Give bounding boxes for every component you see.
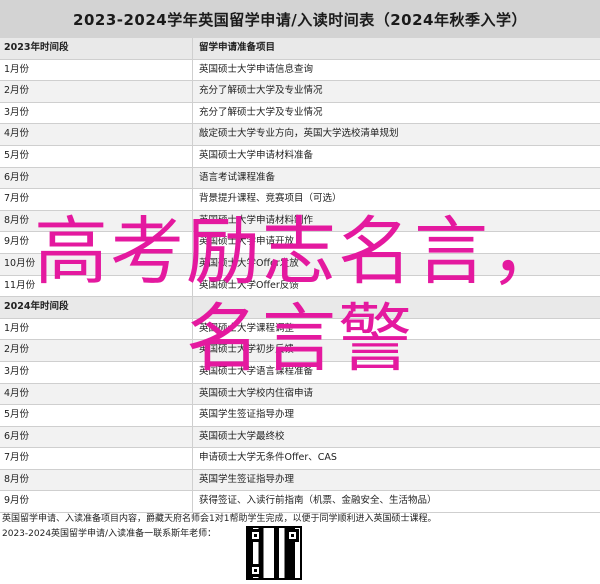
period-cell: 5月份	[0, 405, 193, 426]
table-row: 7月份 背景提升课程、竞赛项目（可选）	[0, 189, 600, 211]
period-cell: 9月份	[0, 232, 193, 253]
task-cell: 英国硕士大学初步反馈	[199, 344, 295, 356]
table-header-row-2024: 2024年时间段	[0, 297, 600, 319]
table-row: 8月份 英国学生签证指导办理	[0, 469, 600, 492]
table-row: 2月份 充分了解硕士大学及专业情况	[0, 81, 600, 103]
schedule-table: 2023年时间段 留学申请准备项目 1月份 英国硕士大学申请信息查询 2月份 充分了解…	[0, 38, 600, 514]
table-row: 5月份 英国学生签证指导办理	[0, 405, 600, 427]
task-cell: 背景提升课程、竞赛项目（可选）	[199, 193, 342, 205]
table-row: 11月份 英国硕士大学Offer反馈	[0, 275, 600, 298]
task-cell: 语言考试课程准备	[199, 171, 276, 183]
table-row: 5月份 英国硕士大学申请材料准备	[0, 145, 600, 168]
period-cell: 4月份	[0, 124, 193, 145]
task-cell: 获得签证、入读行前指南（机票、金融安全、生活物品）	[199, 495, 437, 507]
table-row: 8月份 英国硕士大学申请材料制作	[0, 210, 600, 233]
task-cell: 英国硕士大学最终校	[199, 430, 285, 442]
period-cell: 10月份	[0, 253, 193, 275]
period-cell: 11月份	[0, 275, 193, 297]
column-header-period: 2023年时间段	[0, 38, 193, 59]
task-cell: 英国硕士大学申请材料准备	[199, 149, 314, 161]
task-cell: 充分了解硕士大学及专业情况	[199, 85, 323, 97]
task-cell: 英国硕士大学Offer发放	[199, 257, 299, 269]
period-cell: 6月份	[0, 167, 193, 189]
table-row: 9月份 英国硕士大学申请开放	[0, 232, 600, 254]
table-row: 2月份 英国硕士大学初步反馈	[0, 340, 600, 362]
period-cell: 4月份	[0, 383, 193, 405]
period-cell: 3月份	[0, 361, 193, 383]
period-cell: 7月份	[0, 448, 193, 469]
table-row: 1月份 英国硕士大学课程调整	[0, 318, 600, 341]
table-row: 3月份 英国硕士大学语言课程准备	[0, 361, 600, 384]
task-cell: 英国学生签证指导办理	[199, 473, 295, 485]
period-cell: 8月份	[0, 469, 193, 491]
table-row: 4月份 英国硕士大学校内住宿申请	[0, 383, 600, 406]
column-header-period-2024: 2024年时间段	[0, 297, 193, 318]
task-cell: 英国硕士大学校内住宿申请	[199, 387, 314, 399]
period-cell: 7月份	[0, 189, 193, 210]
period-cell: 9月份	[0, 491, 193, 513]
period-cell: 2月份	[0, 81, 193, 102]
task-cell: 英国硕士大学课程调整	[199, 322, 295, 334]
task-cell: 充分了解硕士大学及专业情况	[199, 106, 323, 118]
period-cell: 8月份	[0, 210, 193, 232]
period-cell: 3月份	[0, 102, 193, 124]
period-cell: 2月份	[0, 340, 193, 361]
column-header-task-2024	[193, 297, 600, 318]
footer-line-1: 英国留学申请、入读准备项目内容，爵藏天府名师会1对1帮助学生完成，以便于同学顺利…	[2, 514, 437, 524]
task-cell: 英国硕士大学申请信息查询	[199, 63, 314, 75]
table-row: 6月份 英国硕士大学最终校	[0, 426, 600, 449]
table-row: 10月份 英国硕士大学Offer发放	[0, 253, 600, 276]
period-cell: 1月份	[0, 59, 193, 81]
task-cell: 英国硕士大学语言课程准备	[199, 365, 314, 377]
task-cell: 英国硕士大学Offer反馈	[199, 279, 299, 291]
table-row: 7月份 申请硕士大学无条件Offer、CAS	[0, 448, 600, 470]
table-row: 9月份 获得签证、入读行前指南（机票、金融安全、生活物品）	[0, 491, 600, 514]
task-cell: 申请硕士大学无条件Offer、CAS	[199, 452, 337, 464]
table-row: 1月份 英国硕士大学申请信息查询	[0, 59, 600, 82]
task-cell: 敲定硕士大学专业方向，英国大学选校清单规划	[199, 128, 399, 140]
table-title: 2023-2024学年英国留学申请/入读时间表（2024年秋季入学）	[0, 0, 600, 39]
task-cell: 英国硕士大学申请材料制作	[199, 214, 314, 226]
qr-code-image	[246, 526, 302, 580]
task-cell: 英国学生签证指导办理	[199, 409, 295, 421]
column-header-task: 留学申请准备项目	[199, 42, 276, 53]
period-cell: 6月份	[0, 426, 193, 448]
table-header-row: 2023年时间段 留学申请准备项目	[0, 38, 600, 60]
table-row: 4月份 敲定硕士大学专业方向，英国大学选校清单规划	[0, 124, 600, 146]
period-cell: 1月份	[0, 318, 193, 340]
table-row: 6月份 语言考试课程准备	[0, 167, 600, 190]
task-cell: 英国硕士大学申请开放	[199, 236, 295, 248]
period-cell: 5月份	[0, 145, 193, 167]
table-row: 3月份 充分了解硕士大学及专业情况	[0, 102, 600, 125]
